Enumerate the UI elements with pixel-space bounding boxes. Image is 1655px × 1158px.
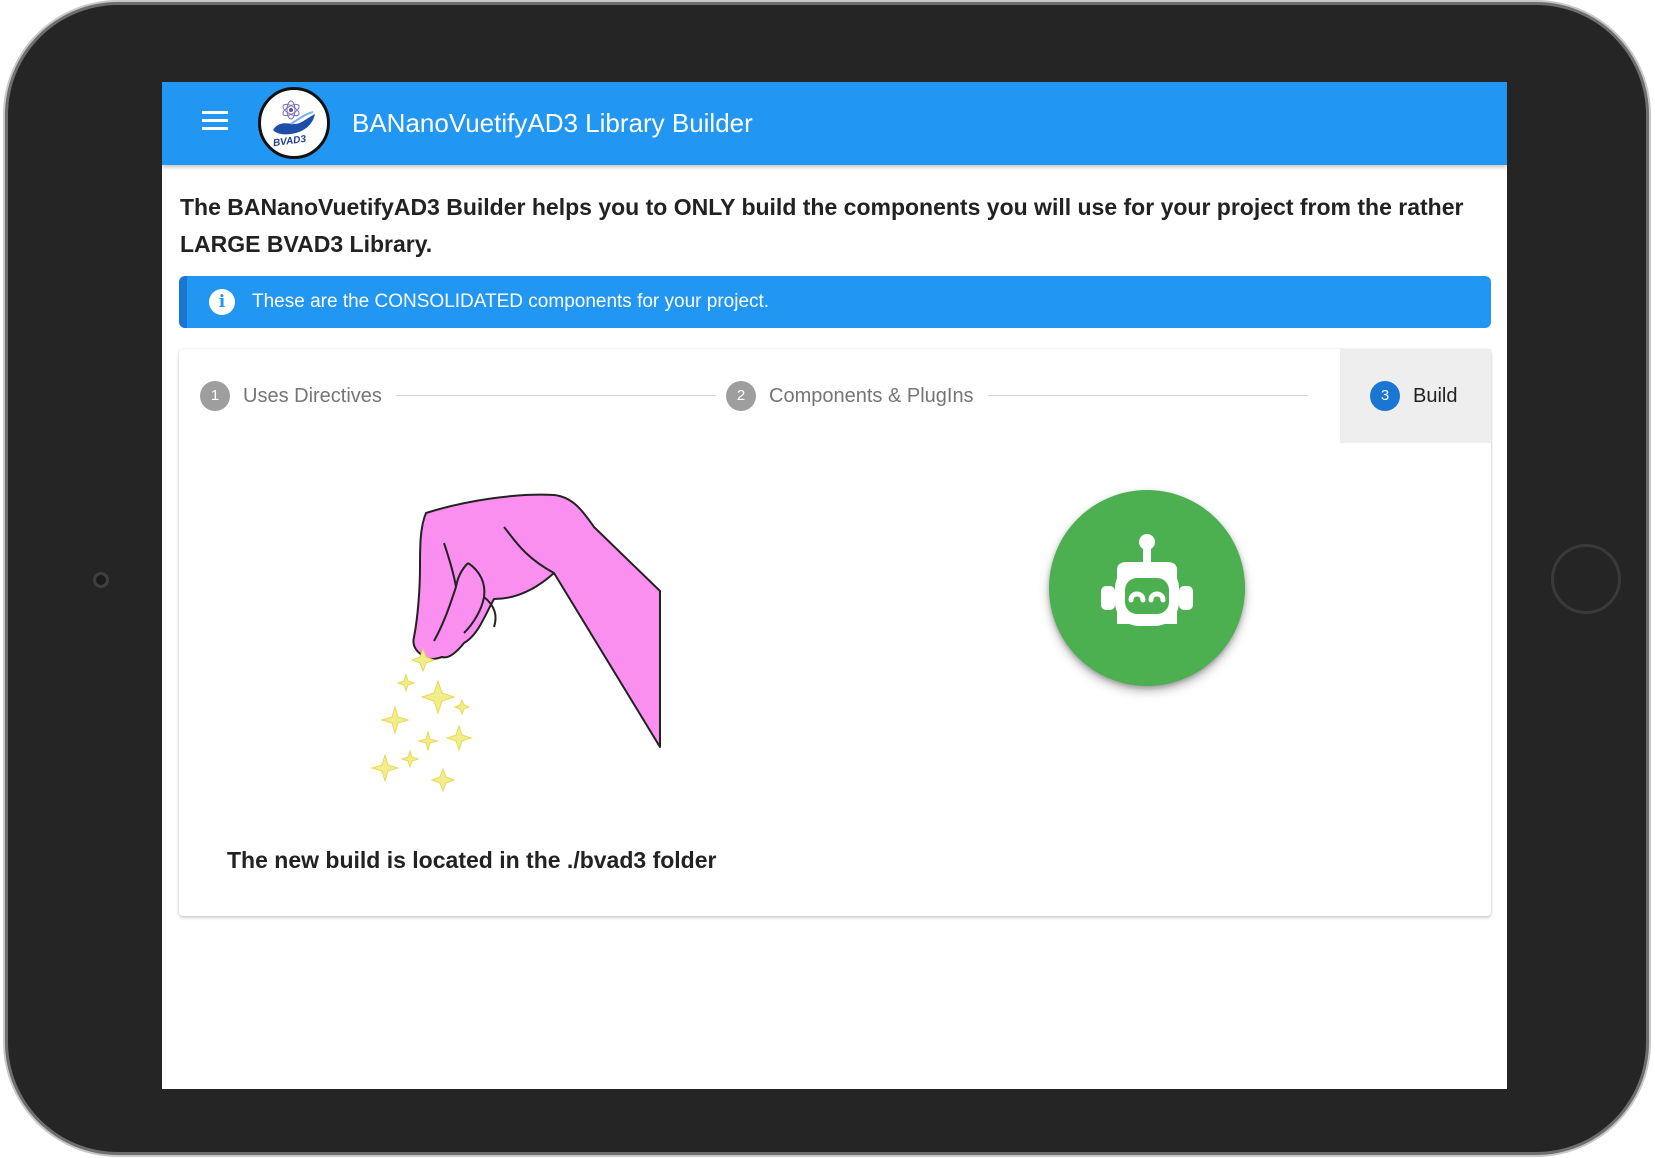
intro-text: The BANanoVuetifyAD3 Builder helps you t… (180, 194, 1464, 257)
step-number: 1 (200, 381, 230, 411)
step-label: Uses Directives (243, 384, 382, 407)
step-label: Build (1413, 384, 1458, 407)
app-logo: BVAD3 (258, 87, 330, 159)
step-divider (396, 395, 716, 396)
app-bar: BVAD3 BANanoVuetifyAD3 Library Builder (162, 82, 1507, 165)
camera-icon (93, 572, 109, 588)
build-location-message: The new build is located in the ./bvad3 … (227, 847, 717, 873)
build-stepper: 1 Uses Directives 2 Components & PlugIns… (179, 349, 1491, 916)
robot-icon (1101, 534, 1193, 626)
app-title: BANanoVuetifyAD3 Library Builder (352, 108, 753, 138)
info-alert: i These are the CONSOLIDATED components … (179, 276, 1491, 328)
info-icon: i (209, 289, 235, 315)
build-robot-button[interactable] (1049, 490, 1245, 686)
step-divider (988, 395, 1308, 396)
app-screen: BVAD3 BANanoVuetifyAD3 Library Builder T… (162, 82, 1507, 1089)
home-button[interactable] (1551, 544, 1621, 614)
tablet-frame: BVAD3 BANanoVuetifyAD3 Library Builder T… (8, 5, 1646, 1152)
step-number: 3 (1370, 381, 1400, 411)
alert-text: These are the CONSOLIDATED components fo… (252, 291, 770, 312)
menu-icon[interactable] (202, 111, 228, 131)
step-build[interactable]: 3 Build (1340, 349, 1491, 443)
step-uses-directives[interactable]: 1 Uses Directives (200, 349, 382, 443)
step-number: 2 (726, 381, 756, 411)
magic-hand-illustration (370, 493, 661, 793)
step-components-plugins[interactable]: 2 Components & PlugIns (726, 349, 974, 443)
step-label: Components & PlugIns (769, 384, 974, 407)
